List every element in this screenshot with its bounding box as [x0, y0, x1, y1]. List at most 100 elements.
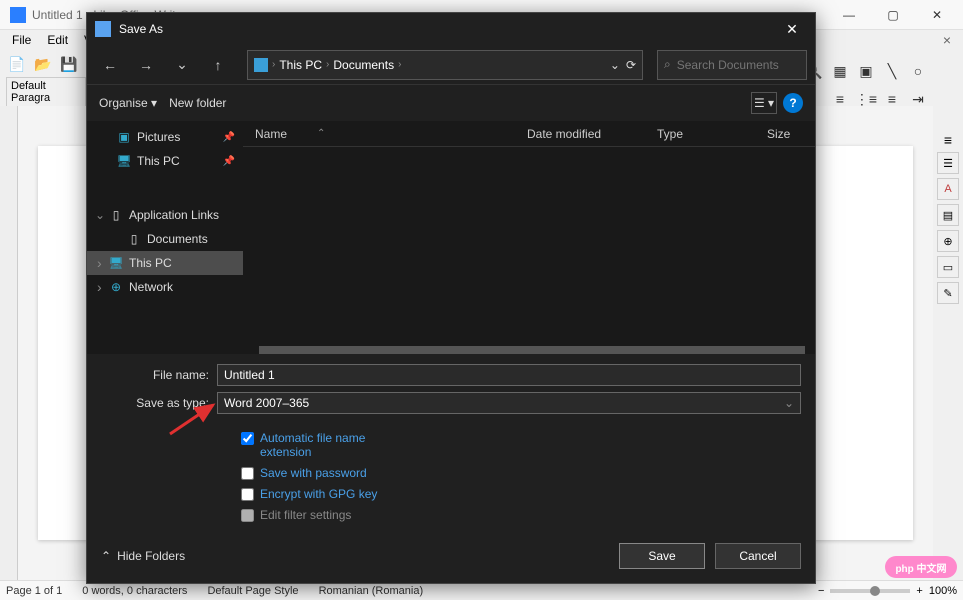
- filename-label: File name:: [101, 368, 217, 382]
- sidebar-item-label: Network: [129, 280, 173, 294]
- breadcrumb-dropdown-icon[interactable]: ⌄: [610, 58, 620, 72]
- auto-extension-label[interactable]: Automatic file name extension: [260, 431, 420, 459]
- search-box[interactable]: ⌕: [657, 50, 807, 80]
- horizontal-scrollbar[interactable]: [259, 346, 805, 354]
- save-button[interactable]: Save: [619, 543, 705, 569]
- file-list-body[interactable]: [243, 147, 815, 354]
- nav-back-button[interactable]: ←: [95, 50, 125, 80]
- inspector-icon[interactable]: ✎: [937, 282, 959, 304]
- php-watermark: php 中文网: [885, 556, 957, 578]
- chevron-right-icon: ›: [398, 59, 401, 70]
- pc-icon: 🖥: [117, 154, 131, 168]
- zoom-out-button[interactable]: −: [818, 585, 824, 597]
- sidebar-item-label: This PC: [137, 154, 180, 168]
- shape-icon[interactable]: ○: [907, 60, 929, 82]
- save-as-dialog: Save As ✕ ← → ⌄ ↑ › This PC › Documents …: [86, 12, 816, 584]
- pin-icon[interactable]: 📌: [223, 132, 235, 143]
- auto-extension-checkbox[interactable]: [241, 432, 254, 445]
- dialog-nav: ← → ⌄ ↑ › This PC › Documents › ⌄ ⟳ ⌕: [87, 45, 815, 85]
- line-icon[interactable]: ╲: [881, 60, 903, 82]
- sidebar-item-this-pc[interactable]: 🖥 This PC: [87, 251, 243, 275]
- secondary-close-button[interactable]: ×: [937, 30, 957, 50]
- paragraph-style-dropdown[interactable]: Default Paragra: [6, 77, 86, 107]
- new-folder-button[interactable]: New folder: [169, 96, 226, 110]
- chevron-up-icon: ⌃: [101, 549, 111, 563]
- zoom-controls: − + 100%: [818, 585, 957, 597]
- open-icon[interactable]: 📂: [32, 53, 54, 75]
- file-list: Name ⌃ Date modified Type Size: [243, 121, 815, 354]
- table-icon[interactable]: ▦: [829, 60, 851, 82]
- save-password-checkbox[interactable]: [241, 467, 254, 480]
- sidebar-item-application-links[interactable]: ▯ Application Links: [87, 203, 243, 227]
- sidebar-item-documents[interactable]: ▯ Documents: [87, 227, 243, 251]
- gallery-icon[interactable]: ▤: [937, 204, 959, 226]
- menu-file[interactable]: File: [6, 31, 37, 49]
- sidebar-item-pictures[interactable]: ▣ Pictures 📌: [87, 125, 243, 149]
- search-icon: ⌕: [664, 57, 671, 72]
- pin-icon[interactable]: 📌: [223, 156, 235, 167]
- encrypt-gpg-checkbox[interactable]: [241, 488, 254, 501]
- navigator-icon[interactable]: ⊕: [937, 230, 959, 252]
- savetype-label: Save as type:: [101, 396, 217, 410]
- breadcrumb[interactable]: › This PC › Documents › ⌄ ⟳: [247, 50, 643, 80]
- page-icon[interactable]: ▭: [937, 256, 959, 278]
- view-mode-button[interactable]: ☰ ▾: [751, 92, 777, 114]
- chevron-right-icon: ›: [272, 59, 275, 70]
- new-icon[interactable]: 📄: [6, 53, 28, 75]
- filename-input[interactable]: [217, 364, 801, 386]
- column-name[interactable]: Name ⌃: [243, 127, 515, 141]
- nav-recent-button[interactable]: ⌄: [167, 50, 197, 80]
- properties-icon[interactable]: ☰: [937, 152, 959, 174]
- dialog-close-button[interactable]: ✕: [777, 14, 807, 44]
- documents-icon: ▯: [127, 232, 141, 246]
- minimize-button[interactable]: —: [827, 1, 871, 29]
- pc-icon: 🖥: [109, 256, 123, 270]
- search-input[interactable]: [677, 58, 832, 72]
- close-button[interactable]: ✕: [915, 1, 959, 29]
- sidebar-item-network[interactable]: ⊕ Network: [87, 275, 243, 299]
- nav-forward-button[interactable]: →: [131, 50, 161, 80]
- status-style[interactable]: Default Page Style: [207, 585, 298, 597]
- vertical-ruler: [0, 106, 18, 580]
- cancel-button[interactable]: Cancel: [715, 543, 801, 569]
- status-language[interactable]: Romanian (Romania): [319, 585, 424, 597]
- encrypt-gpg-label[interactable]: Encrypt with GPG key: [260, 487, 377, 501]
- chevron-down-icon: ⌄: [784, 396, 794, 410]
- image-icon[interactable]: ▣: [855, 60, 877, 82]
- organise-dropdown[interactable]: Organise ▾: [99, 96, 157, 110]
- hide-folders-button[interactable]: ⌃ Hide Folders: [101, 549, 185, 563]
- savetype-dropdown[interactable]: Word 2007–365 ⌄: [217, 392, 801, 414]
- menu-edit[interactable]: Edit: [41, 31, 74, 49]
- sidebar-item-this-pc-recent[interactable]: 🖥 This PC 📌: [87, 149, 243, 173]
- chevron-right-icon: ›: [326, 59, 329, 70]
- zoom-in-button[interactable]: +: [916, 585, 922, 597]
- zoom-level[interactable]: 100%: [929, 585, 957, 597]
- savetype-value: Word 2007–365: [224, 396, 309, 410]
- status-words[interactable]: 0 words, 0 characters: [82, 585, 187, 597]
- nav-up-button[interactable]: ↑: [203, 50, 233, 80]
- styles-icon[interactable]: A: [937, 178, 959, 200]
- column-date[interactable]: Date modified: [515, 127, 645, 141]
- sidebar-item-label: This PC: [129, 256, 172, 270]
- refresh-button[interactable]: ⟳: [626, 58, 636, 72]
- navigation-sidebar: ▣ Pictures 📌 🖥 This PC 📌 ▯ Application L…: [87, 121, 243, 354]
- maximize-button[interactable]: ▢: [871, 1, 915, 29]
- zoom-slider[interactable]: [830, 589, 910, 593]
- sidebar-item-label: Pictures: [137, 130, 180, 144]
- column-size[interactable]: Size: [755, 127, 815, 141]
- breadcrumb-documents[interactable]: Documents: [333, 58, 394, 72]
- save-icon[interactable]: 💾: [58, 53, 80, 75]
- save-password-label[interactable]: Save with password: [260, 466, 367, 480]
- help-button[interactable]: ?: [783, 93, 803, 113]
- dialog-form: File name: Save as type: Word 2007–365 ⌄…: [87, 354, 815, 533]
- dialog-footer: ⌃ Hide Folders Save Cancel: [87, 533, 815, 583]
- sidebar-item-label: Application Links: [129, 208, 219, 222]
- status-page[interactable]: Page 1 of 1: [6, 585, 62, 597]
- sidebar-menu-icon[interactable]: ≡: [944, 132, 952, 148]
- edit-filter-label: Edit filter settings: [260, 508, 351, 522]
- save-options: Automatic file name extension Save with …: [241, 420, 801, 533]
- column-type[interactable]: Type: [645, 127, 755, 141]
- file-list-header: Name ⌃ Date modified Type Size: [243, 121, 815, 147]
- sidebar-panel: ≡ ☰ A ▤ ⊕ ▭ ✎: [935, 132, 961, 304]
- breadcrumb-this-pc[interactable]: This PC: [279, 58, 322, 72]
